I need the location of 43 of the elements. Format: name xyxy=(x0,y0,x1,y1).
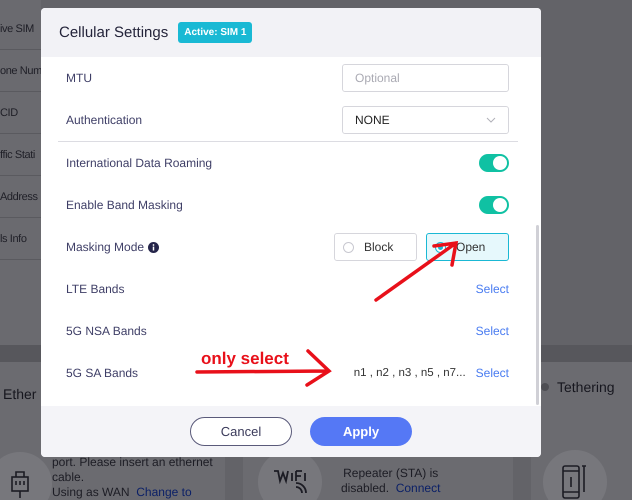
scrollbar[interactable] xyxy=(536,225,539,405)
setting-label: 5G NSA Bands xyxy=(66,324,147,338)
setting-label: International Data Roaming xyxy=(66,156,212,170)
status-text: port. Please insert an ethernet xyxy=(52,455,213,469)
radio-option[interactable]: Open xyxy=(426,233,509,261)
connect-link[interactable]: Connect xyxy=(396,481,440,495)
sidebar-label: ive SIM xyxy=(0,22,34,34)
cancel-button[interactable]: Cancel xyxy=(190,417,292,446)
select-link[interactable]: Select xyxy=(476,282,509,296)
status-text: Repeater (STA) is xyxy=(343,466,438,480)
toggle-switch[interactable] xyxy=(479,154,509,172)
change-link[interactable]: Change to xyxy=(136,485,192,499)
dropdown-field[interactable]: NONE xyxy=(342,106,509,134)
status-dot-icon xyxy=(541,383,549,391)
setting-label: Enable Band Masking xyxy=(66,198,183,212)
ethernet-plug-icon xyxy=(9,469,31,499)
setting-label: Masking Mode xyxy=(66,240,144,254)
sidebar-label: one Num xyxy=(0,64,41,76)
select-link[interactable]: Select xyxy=(476,324,509,338)
sidebar-label: ls Info xyxy=(0,232,27,244)
chevron-down-icon xyxy=(486,117,496,123)
setting-label: MTU xyxy=(66,71,92,85)
status-text: cable. xyxy=(52,470,84,484)
sim-badge: Active: SIM 1 xyxy=(178,22,252,43)
sidebar-label: Address xyxy=(0,190,38,202)
status-text: Using as WAN xyxy=(52,485,130,499)
annotation-text: only select xyxy=(201,349,289,369)
select-link[interactable]: Select xyxy=(476,366,509,380)
apply-button[interactable]: Apply xyxy=(310,417,412,446)
radio-option[interactable]: Block xyxy=(334,233,417,261)
info-icon[interactable] xyxy=(148,242,160,252)
mtu-input-field[interactable]: Optional xyxy=(342,64,509,92)
setting-label: Authentication xyxy=(66,113,142,127)
sidebar-label: CID xyxy=(0,106,18,118)
status-text: disabled. xyxy=(341,481,390,495)
toggle-switch[interactable] xyxy=(479,196,509,214)
setting-label: 5G SA Bands xyxy=(66,366,138,380)
card-title: Tethering xyxy=(557,379,615,395)
setting-label: LTE Bands xyxy=(66,282,124,296)
card-title: Ether xyxy=(3,386,36,402)
band-list: n1 , n2 , n3 , n5 , n7... xyxy=(354,367,466,379)
dialog-title: Cellular Settings xyxy=(59,24,168,41)
sidebar-label: ffic Stati xyxy=(0,148,35,160)
